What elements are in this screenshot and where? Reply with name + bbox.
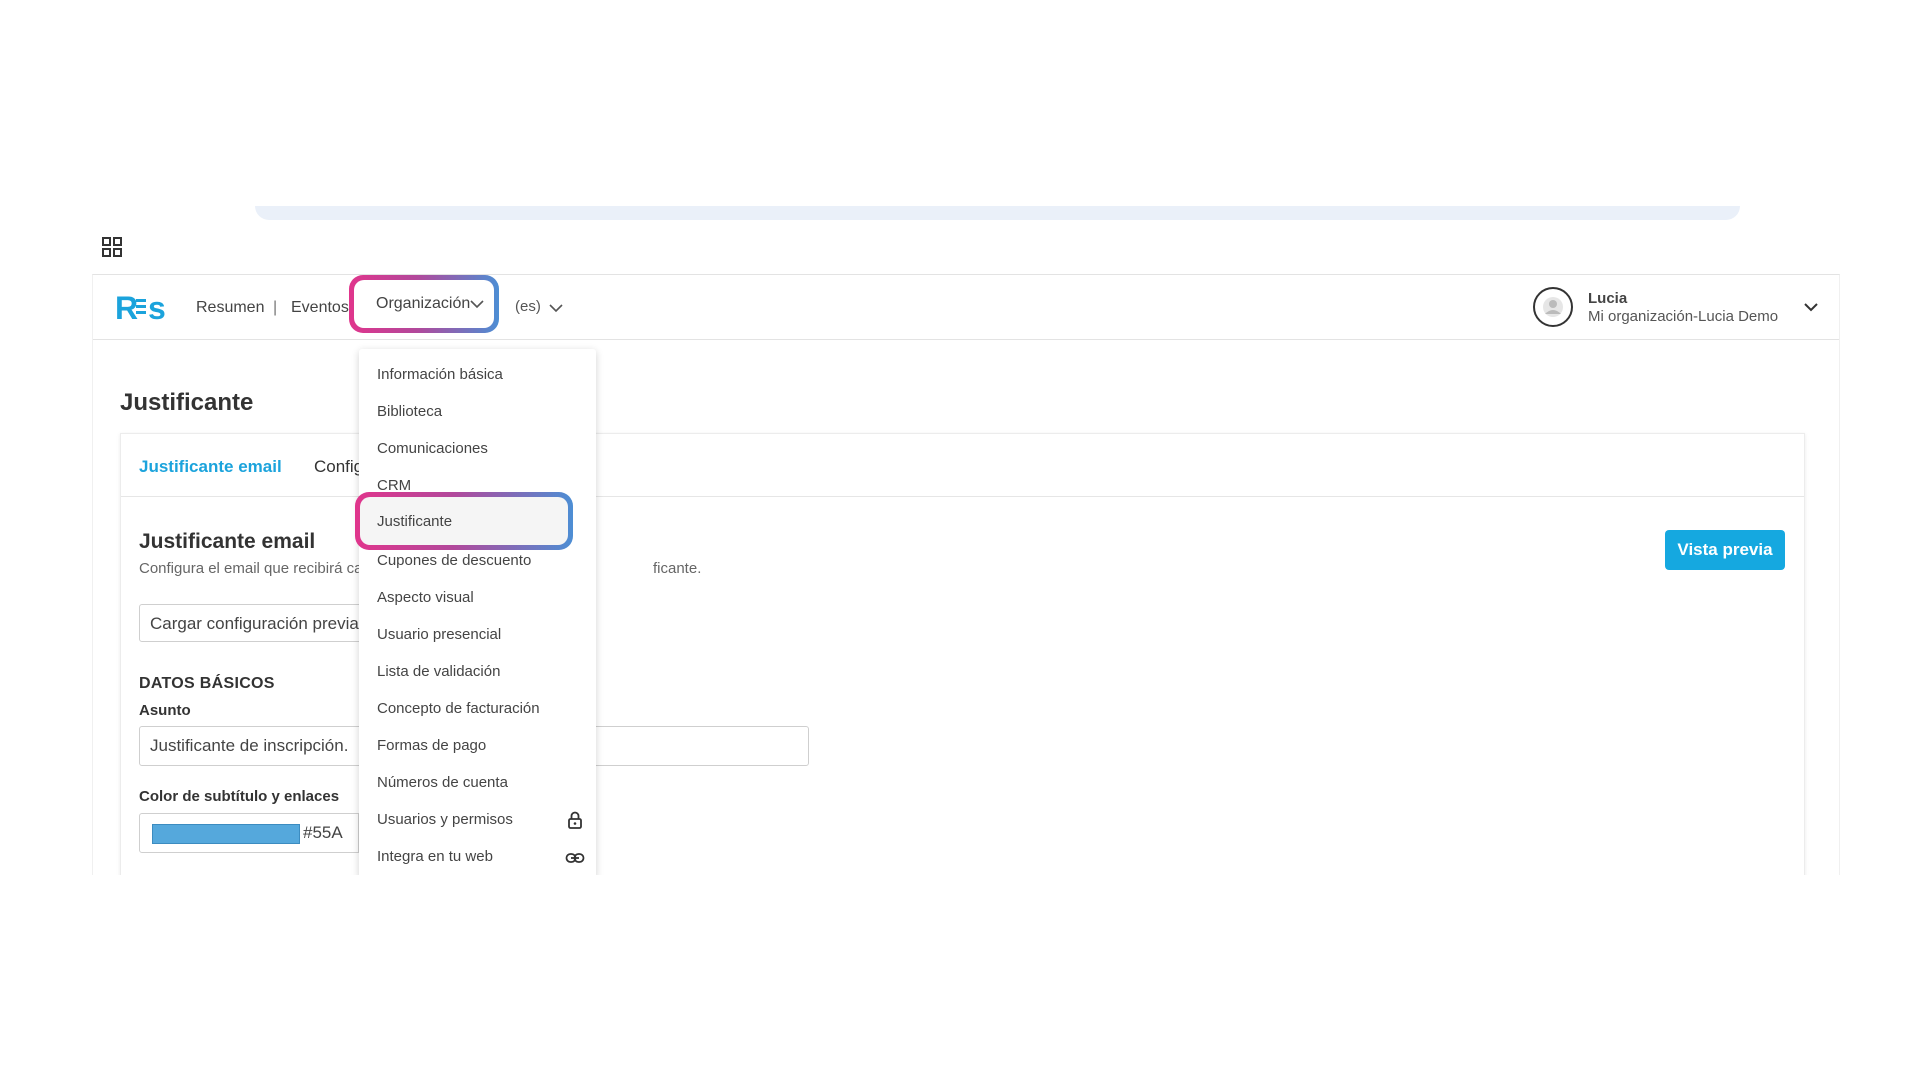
menu-item-numeros-cuenta[interactable]: Números de cuenta bbox=[377, 774, 508, 791]
menu-item-usuarios-permisos[interactable]: Usuarios y permisos bbox=[377, 811, 513, 828]
menu-item-biblioteca[interactable]: Biblioteca bbox=[377, 403, 442, 420]
preview-button[interactable]: Vista previa bbox=[1665, 530, 1785, 570]
organization-menu-highlight[interactable]: Organización bbox=[349, 275, 499, 333]
link-icon bbox=[565, 853, 585, 863]
menu-item-concepto-facturacion[interactable]: Concepto de facturación bbox=[377, 700, 540, 717]
svg-text:R: R bbox=[115, 290, 138, 325]
section-description-tail: ficante. bbox=[653, 560, 702, 577]
top-navbar: R s Resumen | Eventos Organización (es) bbox=[93, 275, 1839, 340]
menu-item-usuario-presencial[interactable]: Usuario presencial bbox=[377, 626, 501, 643]
menu-item-cupones[interactable]: Cupones de descuento bbox=[377, 552, 531, 569]
app-window: R s Resumen | Eventos Organización (es) bbox=[92, 274, 1840, 875]
nav-separator: | bbox=[273, 299, 278, 316]
organization-dropdown: Información básica Biblioteca Comunicaci… bbox=[355, 349, 596, 875]
menu-item-justificante[interactable]: Justificante bbox=[377, 513, 452, 530]
section-title: Justificante email bbox=[139, 530, 316, 553]
color-hex-input[interactable]: #55A bbox=[291, 813, 361, 853]
res-logo[interactable]: R s bbox=[115, 289, 171, 325]
menu-item-integra-web[interactable]: Integra en tu web bbox=[377, 848, 493, 865]
tab-justificante-email[interactable]: Justificante email bbox=[139, 457, 282, 477]
user-name: Lucia bbox=[1588, 290, 1628, 307]
page-title: Justificante bbox=[120, 389, 254, 416]
section-description: Configura el email que recibirá ca bbox=[139, 560, 363, 577]
menu-item-formas-pago[interactable]: Formas de pago bbox=[377, 737, 486, 754]
user-avatar[interactable] bbox=[1533, 287, 1573, 327]
chevron-down-icon[interactable] bbox=[1804, 302, 1818, 312]
svg-text:s: s bbox=[148, 290, 166, 325]
user-icon bbox=[1543, 297, 1563, 317]
top-search-bar-edge bbox=[255, 206, 1740, 220]
chevron-down-icon[interactable] bbox=[549, 303, 563, 313]
subject-label: Asunto bbox=[139, 702, 191, 719]
user-organization: Mi organización-Lucia Demo bbox=[1588, 308, 1779, 325]
color-swatch[interactable] bbox=[152, 824, 300, 844]
nav-eventos[interactable]: Eventos bbox=[291, 299, 349, 317]
lock-icon bbox=[568, 811, 582, 829]
chevron-down-icon bbox=[470, 300, 484, 309]
menu-item-comunicaciones[interactable]: Comunicaciones bbox=[377, 440, 488, 457]
apps-grid-icon[interactable] bbox=[101, 236, 123, 258]
menu-item-informacion-basica[interactable]: Información básica bbox=[377, 366, 503, 383]
menu-item-aspecto-visual[interactable]: Aspecto visual bbox=[377, 589, 474, 606]
tab-config[interactable]: Config bbox=[314, 457, 363, 477]
nav-resumen[interactable]: Resumen bbox=[196, 299, 264, 317]
menu-item-lista-validacion[interactable]: Lista de validación bbox=[377, 663, 500, 680]
nav-organizacion[interactable]: Organización bbox=[376, 295, 470, 313]
language-selector[interactable]: (es) bbox=[515, 298, 541, 315]
basic-data-heading: DATOS BÁSICOS bbox=[139, 675, 275, 692]
menu-item-highlight[interactable]: Justificante bbox=[355, 492, 573, 550]
color-label: Color de subtítulo y enlaces bbox=[139, 788, 340, 805]
